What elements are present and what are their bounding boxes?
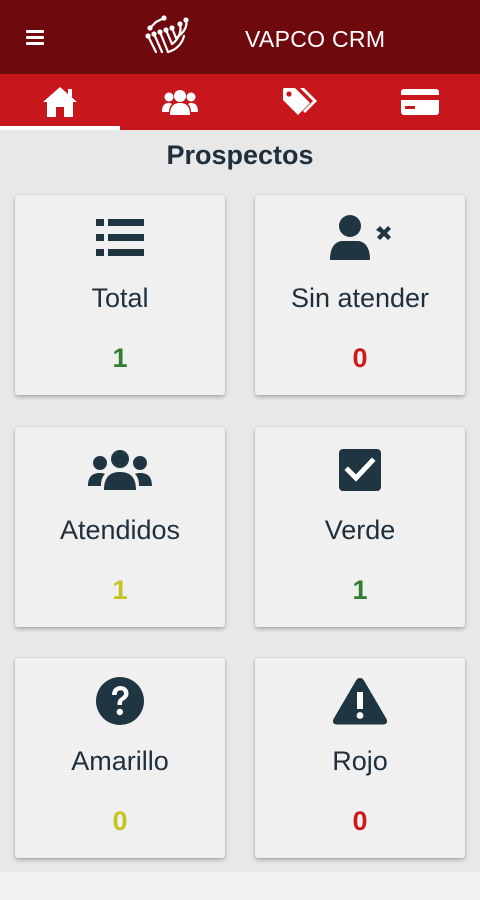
credit-card-icon — [401, 89, 439, 115]
tab-users[interactable] — [120, 74, 240, 130]
card-label: Atendidos — [59, 515, 181, 545]
tab-tags[interactable] — [240, 74, 360, 130]
user-times-icon — [330, 215, 391, 260]
card-total[interactable]: Total 1 — [15, 195, 225, 395]
card-value: 1 — [112, 343, 128, 373]
users-icon — [88, 450, 152, 490]
app-bar: VAPCO CRM — [0, 0, 480, 74]
card-label: Amarillo — [71, 746, 169, 776]
menu-icon[interactable] — [26, 30, 46, 48]
users-icon — [162, 90, 198, 115]
tags-icon — [283, 88, 317, 115]
check-square-icon — [339, 449, 381, 491]
logo — [145, 15, 189, 54]
list-icon — [96, 219, 144, 256]
home-icon — [43, 87, 77, 117]
warning-icon — [332, 678, 388, 725]
card-label: Verde — [324, 515, 396, 545]
card-sin-atender[interactable]: Sin atender 0 — [255, 195, 465, 395]
card-value: 0 — [112, 806, 128, 836]
card-value: 0 — [352, 343, 368, 373]
card-value: 1 — [352, 575, 368, 605]
tab-bar — [0, 74, 480, 130]
app-title: VAPCO CRM — [245, 26, 386, 52]
tab-home[interactable] — [0, 74, 120, 130]
card-value: 0 — [352, 806, 368, 836]
card-verde[interactable]: Verde 1 — [255, 427, 465, 627]
tab-payments[interactable] — [360, 74, 480, 130]
card-value: 1 — [112, 575, 128, 605]
card-amarillo[interactable]: Amarillo 0 — [15, 658, 225, 858]
active-tab-indicator — [0, 126, 120, 130]
card-atendidos[interactable]: Atendidos 1 — [15, 427, 225, 627]
question-circle-icon — [96, 677, 144, 725]
card-label: Total — [91, 283, 149, 313]
card-rojo[interactable]: Rojo 0 — [255, 658, 465, 858]
card-label: Rojo — [332, 746, 388, 776]
bottom-strip — [0, 872, 480, 900]
card-label: Sin atender — [290, 283, 430, 313]
page-title: Prospectos — [166, 140, 314, 170]
